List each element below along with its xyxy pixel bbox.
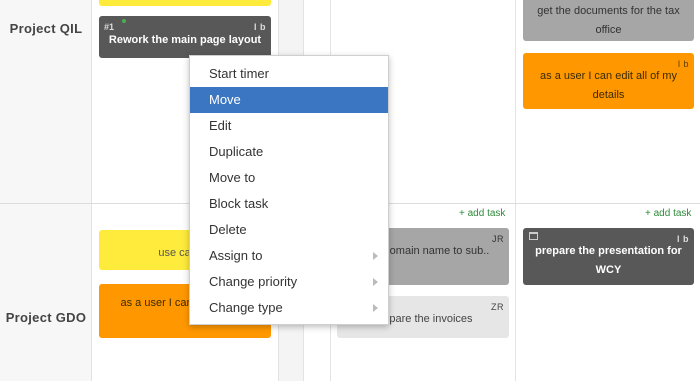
swimlane-label-gdo: Project GDO xyxy=(5,310,87,325)
submenu-arrow-icon xyxy=(373,304,378,312)
menu-item-assign-to[interactable]: Assign to xyxy=(190,243,388,269)
status-dot-icon xyxy=(122,19,126,23)
menu-item-move-to[interactable]: Move to xyxy=(190,165,388,191)
assignee-initials: l b xyxy=(677,234,689,244)
submenu-arrow-icon xyxy=(373,278,378,286)
column-divider xyxy=(515,0,516,381)
menu-item-delete[interactable]: Delete xyxy=(190,217,388,243)
assignee-initials: l b xyxy=(254,22,266,32)
context-menu: Start timer Move Edit Duplicate Move to … xyxy=(189,55,389,325)
menu-item-block-task[interactable]: Block task xyxy=(190,191,388,217)
menu-item-start-timer[interactable]: Start timer xyxy=(190,61,388,87)
task-card-edit-details[interactable]: l b as a user I can edit all of my detai… xyxy=(523,53,694,109)
menu-item-change-priority[interactable]: Change priority xyxy=(190,269,388,295)
task-card[interactable] xyxy=(99,0,271,6)
add-task-link[interactable]: + add task xyxy=(459,208,505,219)
task-title: Rework the main page layout xyxy=(108,34,262,46)
task-title: prepare the presentation for WCY xyxy=(535,245,682,276)
menu-item-edit[interactable]: Edit xyxy=(190,113,388,139)
task-card-tax-docs[interactable]: get the documents for the tax office xyxy=(523,0,694,41)
assignee-initials: l b xyxy=(677,59,689,69)
add-task-link[interactable]: + add task xyxy=(645,208,691,219)
menu-item-move[interactable]: Move xyxy=(190,87,388,113)
menu-item-change-type[interactable]: Change type xyxy=(190,295,388,321)
swimlane-label-qil: Project QIL xyxy=(9,21,83,36)
task-card-rework[interactable]: #1 l b Rework the main page layout xyxy=(99,16,271,58)
task-title: get the documents for the tax office xyxy=(537,5,680,36)
task-title: as a user I can edit all of my details xyxy=(540,70,677,101)
task-card-presentation[interactable]: l b prepare the presentation for WCY xyxy=(523,228,694,285)
assignee-initials: ZR xyxy=(491,302,504,312)
task-id: #1 xyxy=(104,22,115,32)
assignee-initials: JR xyxy=(492,234,504,244)
calendar-icon xyxy=(529,232,538,240)
menu-item-duplicate[interactable]: Duplicate xyxy=(190,139,388,165)
submenu-arrow-icon xyxy=(373,252,378,260)
